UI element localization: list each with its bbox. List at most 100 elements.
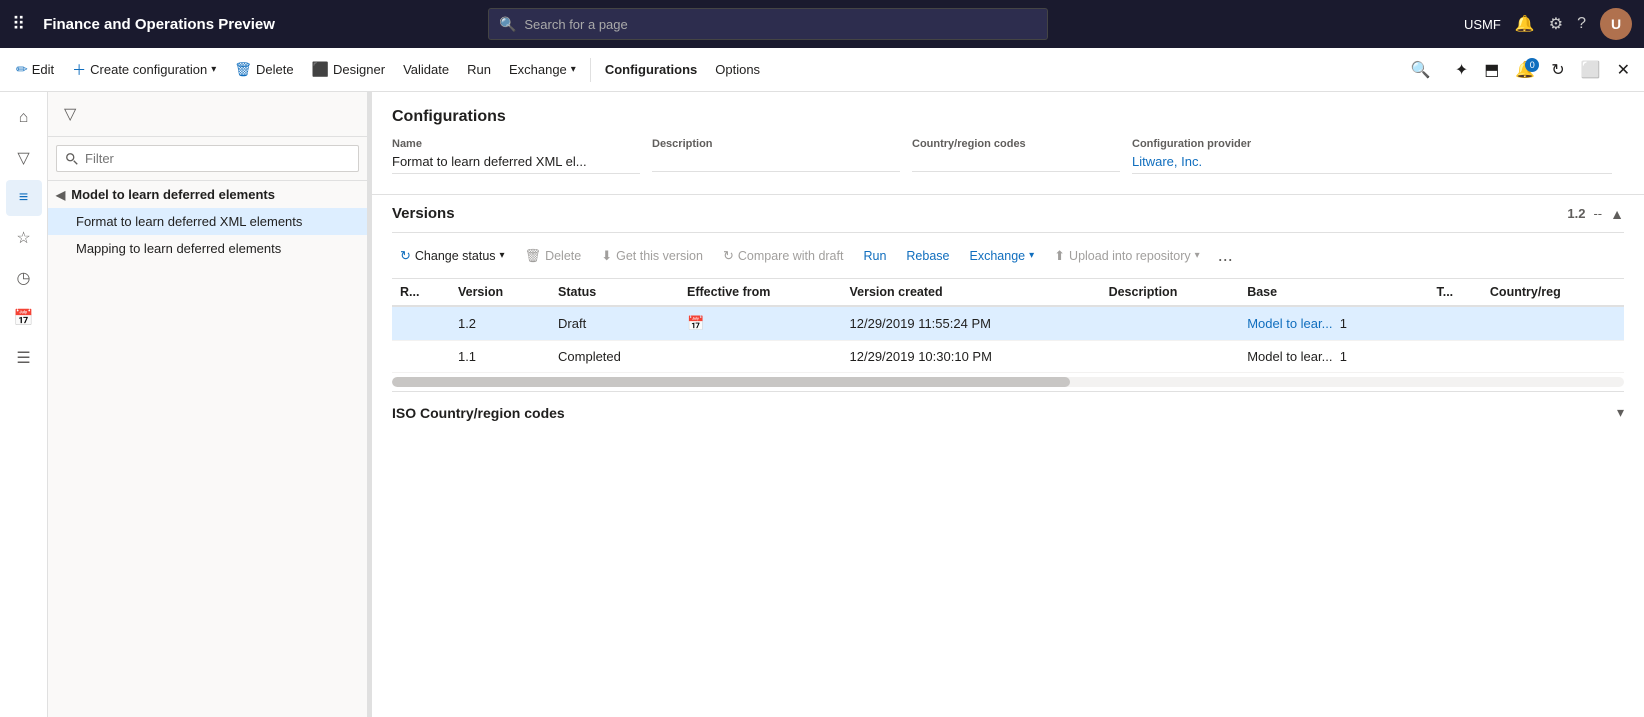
- username-label: USMF: [1464, 17, 1501, 32]
- search-input[interactable]: [524, 17, 1037, 32]
- home-icon[interactable]: ⌂: [6, 100, 42, 136]
- vtb-run-label: Run: [863, 249, 886, 263]
- upload-button[interactable]: ⬆ Upload into repository ▾: [1046, 244, 1208, 268]
- search-bar[interactable]: 🔍: [488, 8, 1048, 40]
- row2-base: Model to lear... 1: [1239, 341, 1428, 373]
- config-description-label: Description: [652, 138, 900, 150]
- delete-icon: 🗑: [234, 61, 252, 78]
- avatar[interactable]: U: [1600, 8, 1632, 40]
- row1-base: Model to lear... 1: [1239, 306, 1428, 341]
- create-config-button[interactable]: ＋ Create configuration ▾: [64, 56, 224, 84]
- plus-icon: ＋: [72, 60, 86, 80]
- edit-button[interactable]: ✏ Edit: [8, 57, 62, 82]
- row2-version: 1.1: [450, 341, 550, 373]
- validate-button[interactable]: Validate: [395, 58, 457, 81]
- menu-icon[interactable]: ≡: [6, 180, 42, 216]
- table-row[interactable]: 1.2 Draft 📅 12/29/2019 11:55:24 PM Model…: [392, 306, 1624, 341]
- vtb-delete-icon: 🗑: [525, 248, 542, 264]
- options-button[interactable]: Options: [707, 58, 768, 81]
- compare-draft-button[interactable]: ↻ Compare with draft: [715, 244, 852, 268]
- tree-child-item-1[interactable]: Mapping to learn deferred elements: [48, 235, 367, 262]
- versions-collapse-icon[interactable]: ▲: [1610, 206, 1624, 222]
- top-nav: ⠿ Finance and Operations Preview 🔍 USMF …: [0, 0, 1644, 48]
- vtb-exchange-button[interactable]: Exchange ▾: [962, 245, 1043, 267]
- refresh-icon[interactable]: ↻: [1545, 56, 1570, 84]
- compare-draft-label: Compare with draft: [738, 249, 844, 263]
- config-provider-label: Configuration provider: [1132, 138, 1612, 150]
- run-button[interactable]: Run: [459, 58, 499, 81]
- toolbar-search-icon[interactable]: 🔍: [1403, 56, 1439, 84]
- restore-icon[interactable]: ⬜: [1575, 56, 1607, 84]
- col-effective[interactable]: Effective from: [679, 279, 842, 306]
- row2-country: [1482, 341, 1624, 373]
- tree-filter-icon[interactable]: ▽: [56, 98, 84, 130]
- settings-icon[interactable]: ⚙: [1549, 14, 1563, 34]
- vtb-delete-button[interactable]: 🗑 Delete: [517, 244, 590, 268]
- help-icon[interactable]: ?: [1577, 15, 1586, 33]
- vtb-run-button[interactable]: Run: [855, 245, 894, 267]
- get-version-button[interactable]: ⬇ Get this version: [593, 244, 711, 268]
- col-created[interactable]: Version created: [842, 279, 1101, 306]
- close-button[interactable]: ✕: [1611, 56, 1636, 84]
- row2-base-text: Model to lear...: [1247, 349, 1332, 364]
- change-status-button[interactable]: ↻ Change status ▾: [392, 244, 513, 268]
- row1-base-link[interactable]: Model to lear...: [1247, 316, 1332, 331]
- versions-dash: --: [1593, 206, 1602, 221]
- versions-controls: 1.2 -- ▲: [1567, 206, 1624, 222]
- config-description-field: Description: [652, 138, 912, 186]
- versions-section: Versions 1.2 -- ▲ ↻ Change status ▾ 🗑 De…: [372, 194, 1644, 391]
- col-version[interactable]: Version: [450, 279, 550, 306]
- filter-icon[interactable]: ▽: [6, 140, 42, 176]
- row1-created: 12/29/2019 11:55:24 PM: [842, 306, 1101, 341]
- edit-label: Edit: [32, 62, 54, 77]
- designer-button[interactable]: ⬛ Designer: [304, 57, 393, 82]
- versions-table-wrap[interactable]: R... Version Status Effective from Versi…: [392, 279, 1624, 373]
- config-name-value: Format to learn deferred XML el...: [392, 154, 640, 174]
- tree-content: ◀ Model to learn deferred elements Forma…: [48, 181, 367, 717]
- rebase-button[interactable]: Rebase: [898, 245, 957, 267]
- config-country-value: [912, 154, 1120, 172]
- compare-draft-icon: ↻: [723, 248, 734, 264]
- iso-section[interactable]: ISO Country/region codes ▾: [392, 391, 1624, 433]
- row1-base-num: 1: [1340, 316, 1347, 331]
- table-row[interactable]: 1.1 Completed 12/29/2019 10:30:10 PM Mod…: [392, 341, 1624, 373]
- configurations-button[interactable]: Configurations: [597, 58, 705, 81]
- vtb-more-button[interactable]: ...: [1212, 241, 1239, 270]
- sidebar-icons: ⌂ ▽ ≡ ☆ ◷ 📅 ☰: [0, 92, 48, 717]
- row1-t: [1428, 306, 1481, 341]
- col-base[interactable]: Base: [1239, 279, 1428, 306]
- tree-child-item-0[interactable]: Format to learn deferred XML elements: [48, 208, 367, 235]
- config-provider-value[interactable]: Litware, Inc.: [1132, 154, 1612, 174]
- designer-icon: ⬛: [312, 61, 329, 78]
- open-new-tab-icon[interactable]: ⬒: [1478, 56, 1505, 84]
- app-grid-icon[interactable]: ⠿: [12, 14, 25, 35]
- upload-icon: ⬆: [1054, 248, 1065, 264]
- row1-effective[interactable]: 📅: [679, 306, 842, 341]
- horizontal-scrollbar[interactable]: [392, 377, 1624, 387]
- tree-filter-input[interactable]: [56, 145, 359, 172]
- change-status-label: Change status: [415, 249, 496, 263]
- exchange-button[interactable]: Exchange ▾: [501, 58, 584, 81]
- tree-child-label-0: Format to learn deferred XML elements: [76, 214, 359, 229]
- vtb-exchange-chevron: ▾: [1029, 250, 1034, 261]
- vtb-delete-label: Delete: [545, 249, 581, 263]
- delete-button[interactable]: 🗑 Delete: [226, 57, 301, 82]
- col-description[interactable]: Description: [1101, 279, 1240, 306]
- calendar-picker-icon[interactable]: 📅: [687, 315, 704, 331]
- versions-table-body: 1.2 Draft 📅 12/29/2019 11:55:24 PM Model…: [392, 306, 1624, 373]
- versions-header: Versions 1.2 -- ▲: [392, 195, 1624, 233]
- versions-toolbar: ↻ Change status ▾ 🗑 Delete ⬇ Get this ve…: [392, 233, 1624, 279]
- row2-effective: [679, 341, 842, 373]
- notifications-badge[interactable]: 🔔 0: [1509, 56, 1541, 84]
- iso-expand-icon[interactable]: ▾: [1617, 404, 1624, 421]
- list-icon[interactable]: ☰: [6, 340, 42, 376]
- customize-icon[interactable]: ✦: [1449, 56, 1474, 84]
- clock-icon[interactable]: ◷: [6, 260, 42, 296]
- notification-icon[interactable]: 🔔: [1515, 14, 1535, 34]
- tree-parent-item[interactable]: ◀ Model to learn deferred elements: [48, 181, 367, 208]
- col-status[interactable]: Status: [550, 279, 679, 306]
- star-icon[interactable]: ☆: [6, 220, 42, 256]
- calendar-icon[interactable]: 📅: [6, 300, 42, 336]
- row2-t: [1428, 341, 1481, 373]
- versions-title: Versions: [392, 205, 1567, 222]
